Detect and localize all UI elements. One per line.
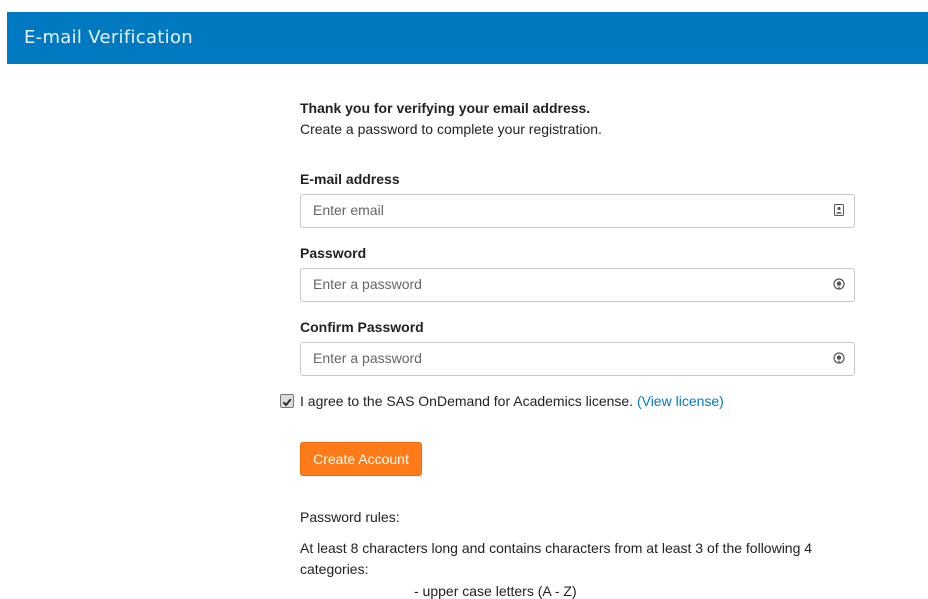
intro-subtitle: Create a password to complete your regis…: [300, 121, 602, 137]
email-field[interactable]: [301, 195, 821, 225]
page-header: E-mail Verification: [7, 12, 928, 64]
email-field-container: [300, 194, 855, 228]
page-title: E-mail Verification: [24, 27, 193, 48]
eye-toggle-icon[interactable]: [833, 352, 845, 364]
password-label: Password: [300, 245, 367, 261]
license-checkbox[interactable]: [280, 394, 294, 408]
checkmark-icon: [282, 398, 292, 407]
license-agreement-label: I agree to the SAS OnDemand for Academic…: [300, 393, 724, 409]
password-rules-title: Password rules:: [300, 509, 400, 525]
license-agreement-text: I agree to the SAS OnDemand for Academic…: [300, 393, 634, 409]
view-license-link[interactable]: (View license): [637, 393, 724, 409]
create-account-button[interactable]: Create Account: [300, 442, 422, 476]
contact-card-icon[interactable]: [833, 204, 845, 216]
eye-toggle-icon[interactable]: [833, 278, 845, 290]
confirm-password-field[interactable]: [301, 343, 821, 373]
password-field-container: [300, 268, 855, 302]
confirm-password-field-container: [300, 342, 855, 376]
confirm-password-label: Confirm Password: [300, 319, 424, 335]
intro-title: Thank you for verifying your email addre…: [300, 100, 591, 116]
password-field[interactable]: [301, 269, 821, 299]
password-rules-item: - upper case letters (A - Z): [414, 583, 577, 599]
password-rules-description: At least 8 characters long and contains …: [300, 540, 813, 577]
email-label: E-mail address: [300, 171, 400, 187]
